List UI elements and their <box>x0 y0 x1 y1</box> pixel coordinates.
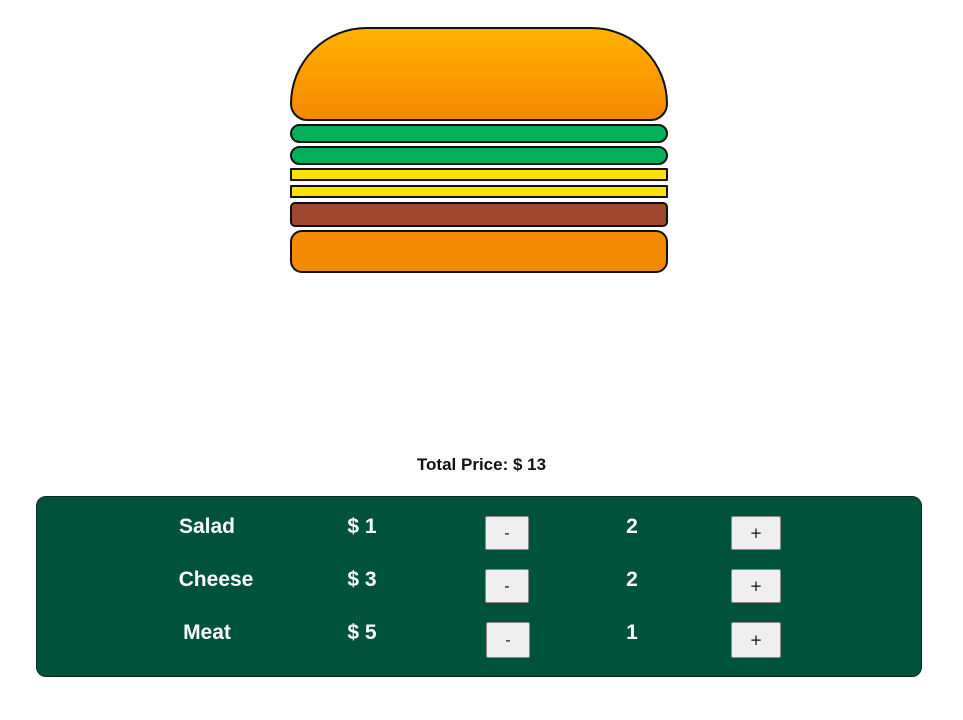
cheese-add-button[interactable]: + <box>731 569 781 603</box>
bun-top <box>290 27 668 121</box>
cheese-layer <box>290 168 668 181</box>
meat-remove-button[interactable]: - <box>486 622 530 658</box>
ingredient-price: $ 5 <box>347 621 377 644</box>
ingredient-price: $ 3 <box>347 568 377 591</box>
ingredient-count: 2 <box>626 515 638 538</box>
cheese-remove-button[interactable]: - <box>485 569 529 603</box>
build-controls-panel: Salad $ 1 - 2 + Cheese $ 3 - 2 + Meat $ … <box>36 496 922 677</box>
ingredient-row-salad: Salad $ 1 - 2 + <box>37 511 923 551</box>
ingredient-name: Cheese <box>178 568 254 591</box>
meat-layer <box>290 202 668 227</box>
total-price: Total Price: $ 13 <box>416 455 547 474</box>
ingredient-name: Salad <box>178 515 236 538</box>
bun-bottom <box>290 230 668 273</box>
salad-remove-button[interactable]: - <box>485 516 529 550</box>
ingredient-price: $ 1 <box>347 515 377 538</box>
salad-add-button[interactable]: + <box>731 516 781 550</box>
ingredient-name: Meat <box>183 621 231 644</box>
salad-layer <box>290 124 668 143</box>
meat-add-button[interactable]: + <box>731 622 781 658</box>
salad-layer <box>290 146 668 165</box>
cheese-layer <box>290 185 668 198</box>
ingredient-row-cheese: Cheese $ 3 - 2 + <box>37 564 923 604</box>
ingredient-row-meat: Meat $ 5 - 1 + <box>37 617 923 658</box>
ingredient-count: 1 <box>626 621 638 644</box>
ingredient-count: 2 <box>626 568 638 591</box>
